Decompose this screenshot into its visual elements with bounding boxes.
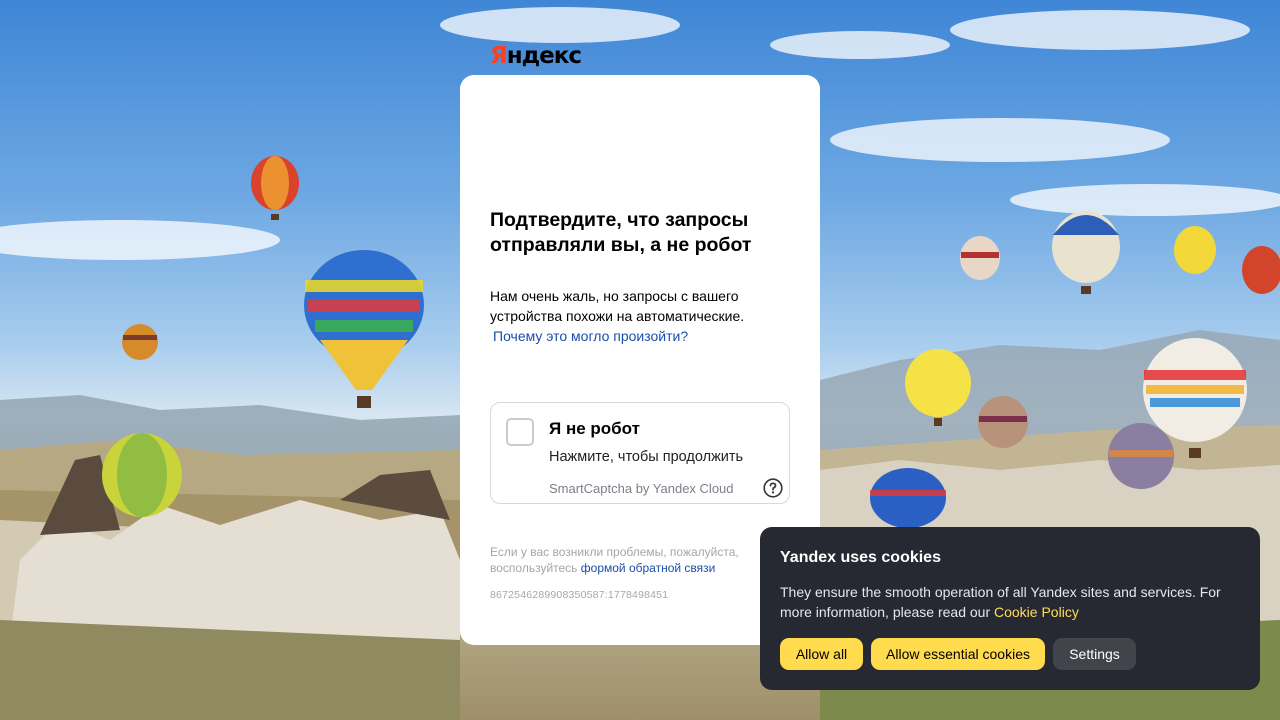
request-id: 8672546289908350587:1778498451 [490,589,669,601]
feedback-form-link[interactable]: формой обратной связи [581,561,716,575]
allow-essential-button[interactable]: Allow essential cookies [871,638,1045,670]
smartcaptcha-widget[interactable]: Я не робот Нажмите, чтобы продолжить Sma… [490,402,790,504]
logo-first-letter: Я [490,43,508,69]
cookie-settings-button[interactable]: Settings [1053,638,1136,670]
cookie-banner: Yandex uses cookies They ensure the smoo… [760,527,1260,690]
yandex-logo: Яндекс [490,43,582,69]
why-link[interactable]: Почему это могло произойти? [493,326,790,346]
allow-all-button[interactable]: Allow all [780,638,863,670]
cookie-text: They ensure the smooth operation of all … [780,582,1230,622]
description-text: Нам очень жаль, но запросы с вашего устр… [490,288,745,324]
logo-rest: ндекс [506,43,582,69]
cookie-policy-link[interactable]: Cookie Policy [994,604,1079,620]
captcha-brand: SmartCaptcha by Yandex Cloud [549,481,734,496]
cookie-title: Yandex uses cookies [780,549,941,566]
page-title: Подтвердите, что запросы отправляли вы, … [490,209,752,256]
help-icon[interactable] [763,478,783,498]
captcha-description: Нам очень жаль, но запросы с вашего устр… [490,286,790,346]
feedback-note: Если у вас возникли проблемы, пожалуйста… [490,544,790,576]
not-robot-checkbox[interactable] [506,418,534,446]
checkbox-label: Я не робот [549,419,640,438]
hot-air-balloon-icon [251,156,299,220]
checkbox-subtext: Нажмите, чтобы продолжить [549,449,744,465]
